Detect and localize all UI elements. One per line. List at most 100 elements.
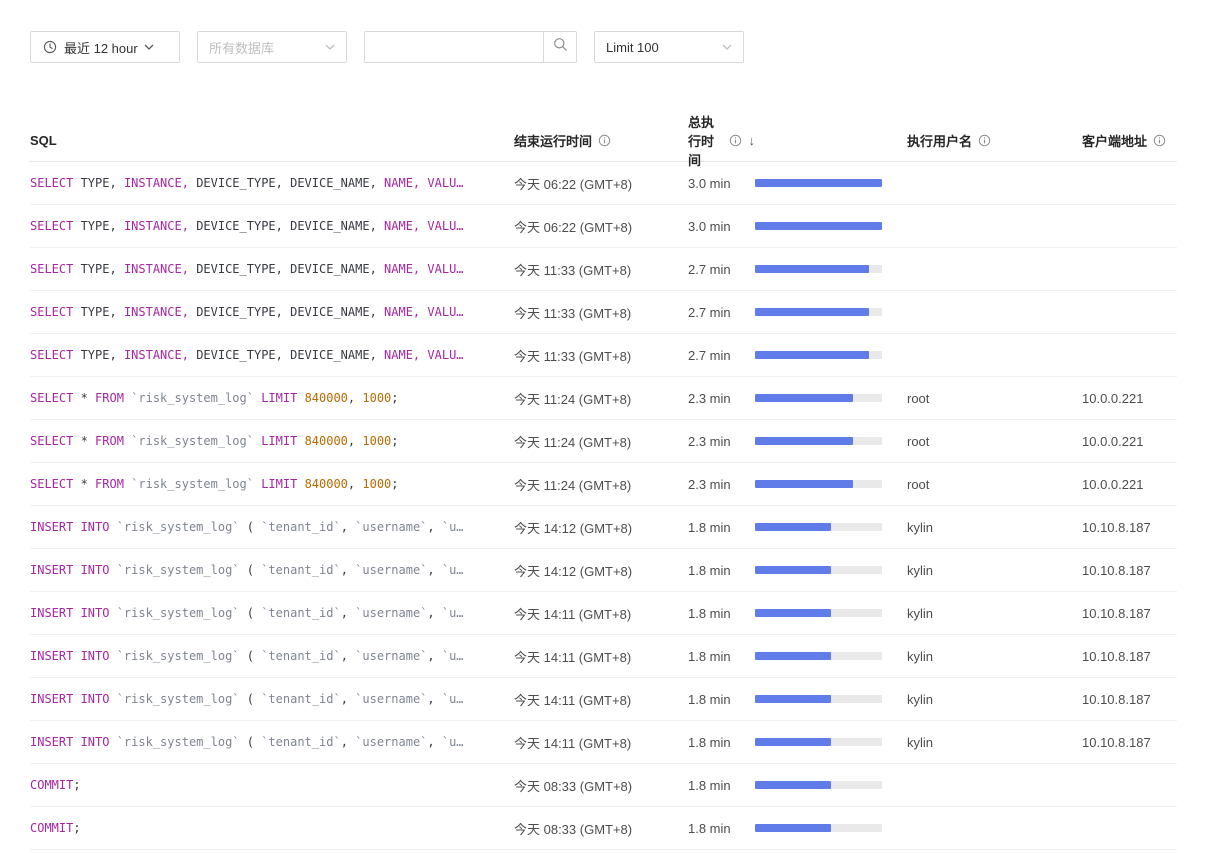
end-time-cell: 今天 14:11 (GMT+8) xyxy=(514,733,678,752)
table-row[interactable]: SELECT * FROM `risk_system_log` LIMIT 84… xyxy=(30,377,1177,420)
sql-cell[interactable]: INSERT INTO `risk_system_log` ( `tenant_… xyxy=(30,606,514,620)
duration-bar-cell xyxy=(755,480,905,488)
sql-cell[interactable]: COMMIT; xyxy=(30,821,514,835)
duration-bar-fill xyxy=(755,394,853,402)
sql-cell[interactable]: INSERT INTO `risk_system_log` ( `tenant_… xyxy=(30,692,514,706)
total-time-cell: 1.8 min xyxy=(678,606,755,621)
chevron-down-icon xyxy=(325,44,335,50)
duration-bar-track xyxy=(755,566,882,574)
info-icon[interactable] xyxy=(729,134,742,147)
duration-bar-track xyxy=(755,523,882,531)
duration-bar-fill xyxy=(755,824,831,832)
time-range-button[interactable]: 最近 12 hour xyxy=(30,31,180,63)
total-time-cell: 3.0 min xyxy=(678,219,755,234)
table-row[interactable]: SELECT TYPE, INSTANCE, DEVICE_TYPE, DEVI… xyxy=(30,248,1177,291)
search-button[interactable] xyxy=(543,32,576,62)
client-cell: 10.0.0.221 xyxy=(1080,477,1177,492)
client-cell: 10.10.8.187 xyxy=(1080,649,1177,664)
duration-bar-track xyxy=(755,394,882,402)
duration-bar-fill xyxy=(755,695,831,703)
client-cell: 10.0.0.221 xyxy=(1080,391,1177,406)
sql-cell[interactable]: INSERT INTO `risk_system_log` ( `tenant_… xyxy=(30,649,514,663)
search-input[interactable] xyxy=(365,32,543,62)
duration-bar-fill xyxy=(755,652,831,660)
end-time-cell: 今天 06:22 (GMT+8) xyxy=(514,217,678,236)
database-select-placeholder: 所有数据库 xyxy=(209,38,274,57)
user-cell: root xyxy=(905,477,1080,492)
duration-bar-track xyxy=(755,695,882,703)
end-time-cell: 今天 11:24 (GMT+8) xyxy=(514,475,678,494)
total-time-cell: 2.3 min xyxy=(678,477,755,492)
total-time-cell: 2.7 min xyxy=(678,305,755,320)
total-time-cell: 1.8 min xyxy=(678,778,755,793)
table-row[interactable]: COMMIT; 今天 08:33 (GMT+8) 1.8 min xyxy=(30,764,1177,807)
sql-cell[interactable]: SELECT TYPE, INSTANCE, DEVICE_TYPE, DEVI… xyxy=(30,176,514,190)
end-time-cell: 今天 08:33 (GMT+8) xyxy=(514,776,678,795)
duration-bar-track xyxy=(755,781,882,789)
chevron-down-icon xyxy=(722,44,732,50)
header-end-time[interactable]: 结束运行时间 xyxy=(514,131,678,150)
duration-bar-cell xyxy=(755,437,905,445)
sort-desc-icon[interactable]: ↓ xyxy=(749,133,756,148)
sql-cell[interactable]: INSERT INTO `risk_system_log` ( `tenant_… xyxy=(30,735,514,749)
table-row[interactable]: SELECT TYPE, INSTANCE, DEVICE_TYPE, DEVI… xyxy=(30,162,1177,205)
header-client[interactable]: 客户端地址 xyxy=(1080,131,1177,150)
table-row[interactable]: SELECT TYPE, INSTANCE, DEVICE_TYPE, DEVI… xyxy=(30,334,1177,377)
limit-select-value: Limit 100 xyxy=(606,40,659,55)
limit-select[interactable]: Limit 100 xyxy=(594,31,744,63)
slow-query-page: 最近 12 hour 所有数据库 Limit 100 xyxy=(0,31,1207,850)
duration-bar-cell xyxy=(755,523,905,531)
user-cell: root xyxy=(905,434,1080,449)
table-row[interactable]: COMMIT; 今天 08:33 (GMT+8) 1.8 min xyxy=(30,807,1177,850)
duration-bar-fill xyxy=(755,523,831,531)
sql-cell[interactable]: SELECT TYPE, INSTANCE, DEVICE_TYPE, DEVI… xyxy=(30,219,514,233)
end-time-cell: 今天 14:11 (GMT+8) xyxy=(514,647,678,666)
duration-bar-cell xyxy=(755,609,905,617)
table-header: SQL 结束运行时间 总执行时间 ↓ 执行用户名 xyxy=(30,119,1177,162)
client-cell: 10.10.8.187 xyxy=(1080,606,1177,621)
table-row[interactable]: SELECT * FROM `risk_system_log` LIMIT 84… xyxy=(30,463,1177,506)
sql-cell[interactable]: SELECT * FROM `risk_system_log` LIMIT 84… xyxy=(30,477,514,491)
header-total-time[interactable]: 总执行时间 ↓ xyxy=(678,112,755,169)
info-icon[interactable] xyxy=(598,134,611,147)
table-row[interactable]: INSERT INTO `risk_system_log` ( `tenant_… xyxy=(30,678,1177,721)
info-icon[interactable] xyxy=(978,134,991,147)
sql-cell[interactable]: SELECT * FROM `risk_system_log` LIMIT 84… xyxy=(30,434,514,448)
chevron-down-icon xyxy=(144,44,154,50)
total-time-cell: 1.8 min xyxy=(678,520,755,535)
end-time-cell: 今天 11:24 (GMT+8) xyxy=(514,432,678,451)
total-time-cell: 1.8 min xyxy=(678,735,755,750)
end-time-cell: 今天 11:24 (GMT+8) xyxy=(514,389,678,408)
end-time-cell: 今天 14:11 (GMT+8) xyxy=(514,604,678,623)
search-icon xyxy=(553,37,568,57)
sql-cell[interactable]: INSERT INTO `risk_system_log` ( `tenant_… xyxy=(30,563,514,577)
sql-cell[interactable]: SELECT * FROM `risk_system_log` LIMIT 84… xyxy=(30,391,514,405)
end-time-cell: 今天 14:12 (GMT+8) xyxy=(514,561,678,580)
header-user[interactable]: 执行用户名 xyxy=(905,131,1080,150)
duration-bar-track xyxy=(755,824,882,832)
table-row[interactable]: SELECT TYPE, INSTANCE, DEVICE_TYPE, DEVI… xyxy=(30,291,1177,334)
user-cell: kylin xyxy=(905,606,1080,621)
table-row[interactable]: SELECT * FROM `risk_system_log` LIMIT 84… xyxy=(30,420,1177,463)
duration-bar-cell xyxy=(755,394,905,402)
table-row[interactable]: INSERT INTO `risk_system_log` ( `tenant_… xyxy=(30,506,1177,549)
sql-cell[interactable]: INSERT INTO `risk_system_log` ( `tenant_… xyxy=(30,520,514,534)
duration-bar-cell xyxy=(755,179,905,187)
duration-bar-cell xyxy=(755,738,905,746)
total-time-cell: 2.3 min xyxy=(678,434,755,449)
sql-cell[interactable]: SELECT TYPE, INSTANCE, DEVICE_TYPE, DEVI… xyxy=(30,305,514,319)
table-row[interactable]: INSERT INTO `risk_system_log` ( `tenant_… xyxy=(30,549,1177,592)
total-time-cell: 2.7 min xyxy=(678,348,755,363)
duration-bar-cell xyxy=(755,265,905,273)
database-select[interactable]: 所有数据库 xyxy=(197,31,347,63)
table-row[interactable]: INSERT INTO `risk_system_log` ( `tenant_… xyxy=(30,635,1177,678)
table-row[interactable]: SELECT TYPE, INSTANCE, DEVICE_TYPE, DEVI… xyxy=(30,205,1177,248)
duration-bar-fill xyxy=(755,351,869,359)
duration-bar-track xyxy=(755,351,882,359)
table-row[interactable]: INSERT INTO `risk_system_log` ( `tenant_… xyxy=(30,721,1177,764)
sql-cell[interactable]: COMMIT; xyxy=(30,778,514,792)
sql-cell[interactable]: SELECT TYPE, INSTANCE, DEVICE_TYPE, DEVI… xyxy=(30,348,514,362)
table-row[interactable]: INSERT INTO `risk_system_log` ( `tenant_… xyxy=(30,592,1177,635)
sql-cell[interactable]: SELECT TYPE, INSTANCE, DEVICE_TYPE, DEVI… xyxy=(30,262,514,276)
info-icon[interactable] xyxy=(1153,134,1166,147)
